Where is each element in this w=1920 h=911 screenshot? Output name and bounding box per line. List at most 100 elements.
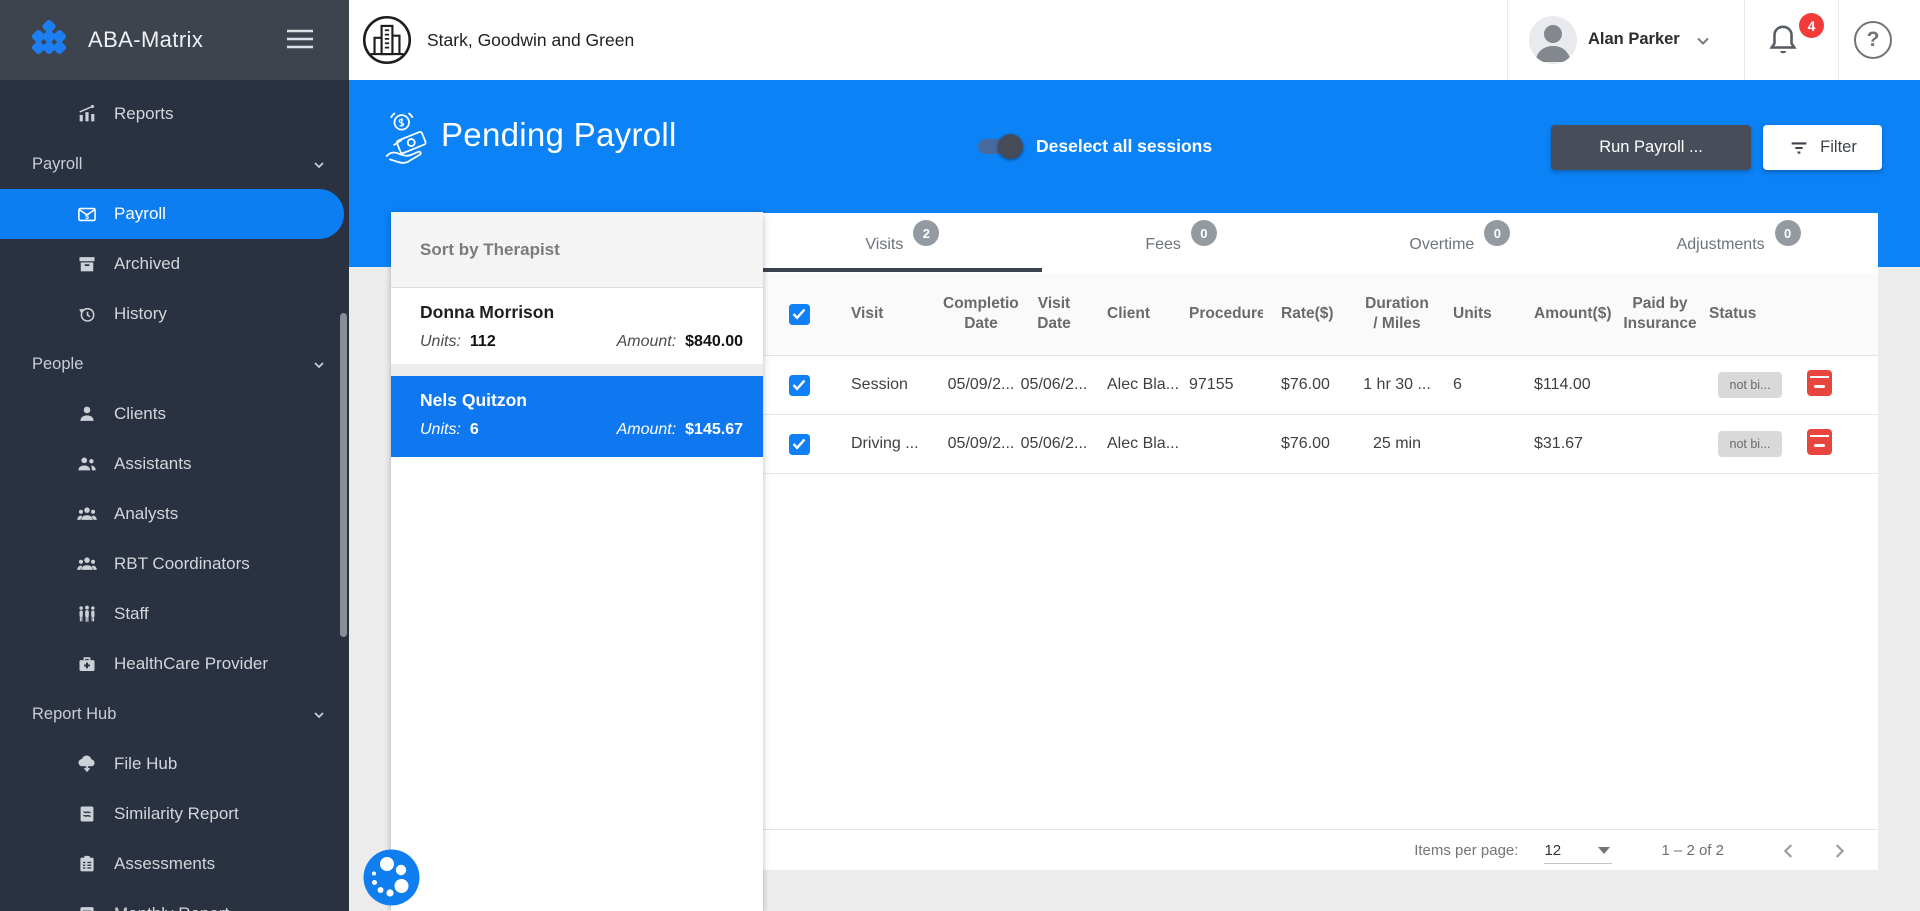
column-header-amount: Amount($) xyxy=(1534,304,1612,322)
sidebar-item-analysts[interactable]: Analysts xyxy=(0,489,349,539)
filter-button[interactable]: Filter xyxy=(1763,125,1882,170)
company-name: Stark, Goodwin and Green xyxy=(427,29,635,50)
units-label: Units: xyxy=(420,333,461,350)
toggle-knob[interactable] xyxy=(998,134,1023,159)
completion-date: 05/09/2... xyxy=(947,435,1015,452)
row-checkbox[interactable] xyxy=(788,433,810,455)
amount-value: $145.67 xyxy=(685,421,743,438)
sidebar-section-payroll[interactable]: Payroll xyxy=(0,139,349,189)
page-size-value: 12 xyxy=(1544,841,1562,859)
payroll-hand-money-icon xyxy=(380,110,438,168)
sidebar-nav: Reports Payroll $ Payroll Archived Histo… xyxy=(0,80,349,911)
sidebar-item-staff[interactable]: Staff xyxy=(0,589,349,639)
chevron-down-icon[interactable] xyxy=(1693,31,1713,51)
chevron-down-icon xyxy=(311,707,327,723)
select-all-checkbox[interactable] xyxy=(788,303,810,325)
top-bar: Stark, Goodwin and Green Alan Parker 4 ? xyxy=(349,0,1920,80)
user-name[interactable]: Alan Parker xyxy=(1588,30,1680,49)
row-checkbox[interactable] xyxy=(788,374,810,396)
staff-icon xyxy=(75,602,99,626)
page-title: Pending Payroll xyxy=(441,116,677,153)
sidebar-item-archived[interactable]: Archived xyxy=(0,239,349,289)
procedure: 97155 xyxy=(1189,376,1234,393)
monthly-report-icon xyxy=(75,902,99,911)
app-window: Stark, Goodwin and Green Alan Parker 4 ? xyxy=(0,0,1920,911)
tab-adjustments[interactable]: Adjustments 0 xyxy=(1599,213,1878,273)
amount-label: Amount: xyxy=(616,421,677,438)
sidebar-item-file-hub[interactable]: File Hub xyxy=(0,739,349,789)
paginator: Items per page: 12 1 – 2 of 2 xyxy=(763,829,1878,871)
previous-page-button[interactable] xyxy=(1776,838,1802,864)
avatar[interactable] xyxy=(1529,16,1577,64)
therapist-item[interactable]: Donna Morrison Units: 112 Amount: $840.00 xyxy=(391,288,763,364)
therapist-name: Nels Quitzon xyxy=(420,390,527,410)
status-badge: not bi... xyxy=(1718,431,1782,457)
column-header-visit: Visit xyxy=(851,304,884,322)
column-header-units: Units xyxy=(1453,304,1492,322)
therapist-name: Donna Morrison xyxy=(420,302,555,322)
therapist-item-selected[interactable]: Nels Quitzon Units: 6 Amount: $145.67 xyxy=(391,376,763,457)
toggle-label: Deselect all sessions xyxy=(1036,136,1213,156)
units-value: 6 xyxy=(469,421,479,438)
rate: $76.00 xyxy=(1281,435,1330,452)
history-clock-icon xyxy=(75,302,99,326)
tab-count-badge: 0 xyxy=(1190,220,1217,246)
therapist-panel-title: Sort by Therapist xyxy=(420,239,560,259)
payroll-envelope-icon: $ xyxy=(75,202,99,226)
cookie-widget-icon[interactable] xyxy=(363,849,420,906)
sidebar-scrollbar[interactable] xyxy=(340,313,347,637)
tab-count-badge: 0 xyxy=(1484,220,1511,246)
column-header-completion-date: Completion Date xyxy=(943,294,1019,332)
sidebar-item-payroll[interactable]: $ Payroll xyxy=(0,189,344,239)
sidebar-item-assessments[interactable]: Assessments xyxy=(0,839,349,889)
status-badge: not bi... xyxy=(1718,372,1782,398)
tab-count-badge: 0 xyxy=(1774,220,1801,246)
hamburger-menu-icon[interactable] xyxy=(284,26,316,52)
company-building-icon xyxy=(361,14,413,66)
delete-row-button[interactable] xyxy=(1807,369,1832,396)
sidebar-item-monthly-report[interactable]: Monthly Report xyxy=(0,889,349,911)
duration: 1 hr 30 ... xyxy=(1363,376,1431,393)
visit-date: 05/06/2... xyxy=(1020,435,1088,452)
amount-value: $840.00 xyxy=(685,333,743,350)
sidebar-item-clients[interactable]: Clients xyxy=(0,389,349,439)
column-header-procedure: Procedure xyxy=(1189,304,1263,322)
sidebar-item-rbt-coordinators[interactable]: RBT Coordinators xyxy=(0,539,349,589)
column-header-duration: Duration / Miles xyxy=(1365,294,1429,332)
sidebar-section-report-hub[interactable]: Report Hub xyxy=(0,689,349,739)
tab-fees[interactable]: Fees 0 xyxy=(1042,213,1321,273)
sidebar-item-healthcare-provider[interactable]: HealthCare Provider xyxy=(0,639,349,689)
next-page-button[interactable] xyxy=(1826,838,1852,864)
deselect-all-toggle[interactable] xyxy=(978,134,1023,159)
group-icon xyxy=(75,502,99,526)
page-size-select[interactable]: 12 xyxy=(1544,837,1613,864)
tab-bar: Visits 2 Fees 0 Overtime 0 Adjustments 0 xyxy=(763,213,1878,273)
column-header-client: Client xyxy=(1107,304,1151,322)
run-payroll-button[interactable]: Run Payroll ... xyxy=(1551,125,1751,170)
units-label: Units: xyxy=(420,421,461,438)
tab-visits[interactable]: Visits 2 xyxy=(763,213,1042,273)
sidebar-item-history[interactable]: History xyxy=(0,289,349,339)
notifications-bell-icon[interactable] xyxy=(1765,22,1801,58)
sidebar-item-assistants[interactable]: Assistants xyxy=(0,439,349,489)
amount: $31.67 xyxy=(1534,435,1583,452)
filter-icon xyxy=(1791,141,1807,154)
visit-date: 05/06/2... xyxy=(1020,376,1088,393)
table-row[interactable]: Driving ... 05/09/2... 05/06/2... Alec B… xyxy=(763,415,1878,474)
help-icon[interactable]: ? xyxy=(1854,21,1892,59)
deselect-all-toggle-block: Deselect all sessions xyxy=(978,134,1213,159)
delete-row-button[interactable] xyxy=(1807,428,1832,455)
bar-chart-icon xyxy=(75,102,99,126)
tab-overtime[interactable]: Overtime 0 xyxy=(1321,213,1600,273)
table-row[interactable]: Session 05/09/2... 05/06/2... Alec Bla..… xyxy=(763,356,1878,415)
page-range: 1 – 2 of 2 xyxy=(1661,842,1724,859)
sidebar-item-reports[interactable]: Reports xyxy=(0,89,349,139)
sidebar-section-people[interactable]: People xyxy=(0,339,349,389)
chevron-down-icon xyxy=(311,357,327,373)
therapist-panel-header: Sort by Therapist xyxy=(391,212,763,288)
sidebar-item-similarity-report[interactable]: Similarity Report xyxy=(0,789,349,839)
app-logo-icon xyxy=(28,19,70,61)
column-header-paid-by-insurance: Paid by Insurance xyxy=(1623,294,1697,332)
filter-button-label: Filter xyxy=(1820,138,1857,156)
sidebar-header: ABA-Matrix xyxy=(0,0,349,80)
